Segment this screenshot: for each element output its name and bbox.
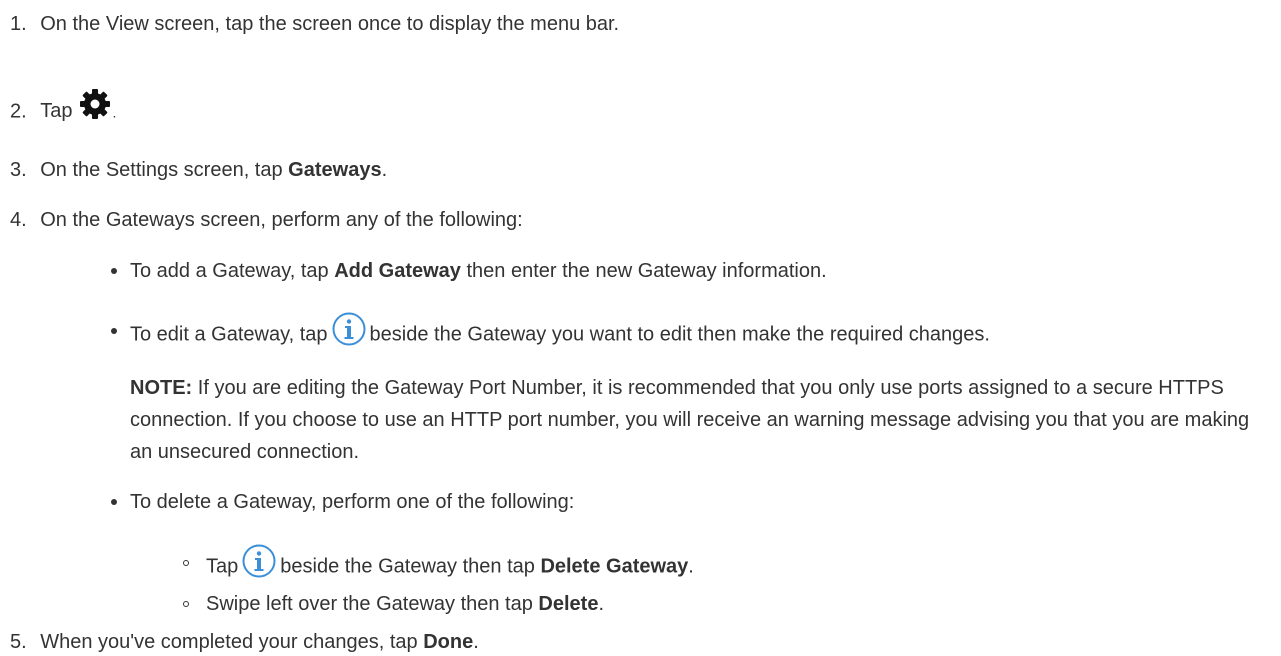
note-paragraph: NOTE: If you are editing the Gateway Por… <box>130 372 1250 468</box>
step-number: 1. <box>10 13 27 35</box>
sub-bullet-circle <box>183 560 189 566</box>
bullet-dot <box>111 328 117 334</box>
done-label: Done <box>423 631 474 653</box>
delete-gateway-label: Delete Gateway <box>540 555 689 578</box>
delete-label: Delete <box>538 593 599 615</box>
bullet-add-gateway: To add a Gateway, tap Add Gateway then e… <box>130 259 827 283</box>
step-3: 3. On the Settings screen, tap Gateways. <box>10 158 387 182</box>
note-label: NOTE: <box>130 377 193 399</box>
bullet-delete-gateway-text: To delete a Gateway, perform one of the … <box>130 490 574 514</box>
step-number: 4. <box>10 209 27 231</box>
step-text: When you've completed your changes, tap <box>40 631 424 653</box>
sub-bullet-swipe: Swipe left over the Gateway then tap Del… <box>206 592 604 616</box>
bullet-text: To add a Gateway, tap <box>130 260 335 282</box>
bullet-text-end: then enter the new Gateway information. <box>460 260 827 282</box>
sub-bullet-text: Swipe left over the Gateway then tap <box>206 593 539 615</box>
note-text: If you are editing the Gateway Port Numb… <box>130 377 1250 463</box>
settings-gateways-label: Gateways <box>288 159 382 181</box>
sub-bullet-circle <box>183 601 189 607</box>
info-icon <box>332 312 366 346</box>
step-text-end: . <box>112 104 117 121</box>
bullet-dot <box>111 499 117 505</box>
bullet-text: To edit a Gateway, tap <box>130 323 328 346</box>
step-text: On the Gateways screen, perform any of t… <box>40 209 523 231</box>
sub-bullet-text-mid: beside the Gateway then tap <box>280 555 541 578</box>
step-5: 5. When you've completed your changes, t… <box>10 630 479 654</box>
step-text: Tap <box>40 100 73 123</box>
step-number: 2. <box>10 100 27 123</box>
sub-bullet-text-end: . <box>688 555 694 578</box>
sub-bullet-text-end: . <box>598 593 605 615</box>
step-text-end: . <box>473 631 479 653</box>
step-1: 1. On the View screen, tap the screen on… <box>10 12 619 36</box>
step-2: 2. Tap . <box>10 89 117 128</box>
bullet-text-end: beside the Gateway you want to edit then… <box>369 323 990 346</box>
step-text-end: . <box>381 159 388 181</box>
gear-icon <box>79 88 111 120</box>
sub-bullet-tap-info: Tap beside the Gateway then tap Delete G… <box>206 544 694 584</box>
bullet-edit-gateway: To edit a Gateway, tap beside the Gatewa… <box>130 312 990 352</box>
bullet-dot <box>111 268 117 274</box>
step-4: 4. On the Gateways screen, perform any o… <box>10 208 523 232</box>
step-text: On the View screen, tap the screen once … <box>40 13 620 35</box>
step-number: 5. <box>10 631 27 653</box>
step-number: 3. <box>10 159 27 181</box>
add-gateway-label: Add Gateway <box>334 260 461 282</box>
info-icon <box>242 544 276 578</box>
step-text: On the Settings screen, tap <box>40 159 289 181</box>
sub-bullet-text: Tap <box>206 555 239 578</box>
bullet-text: To delete a Gateway, perform one of the … <box>130 491 575 513</box>
